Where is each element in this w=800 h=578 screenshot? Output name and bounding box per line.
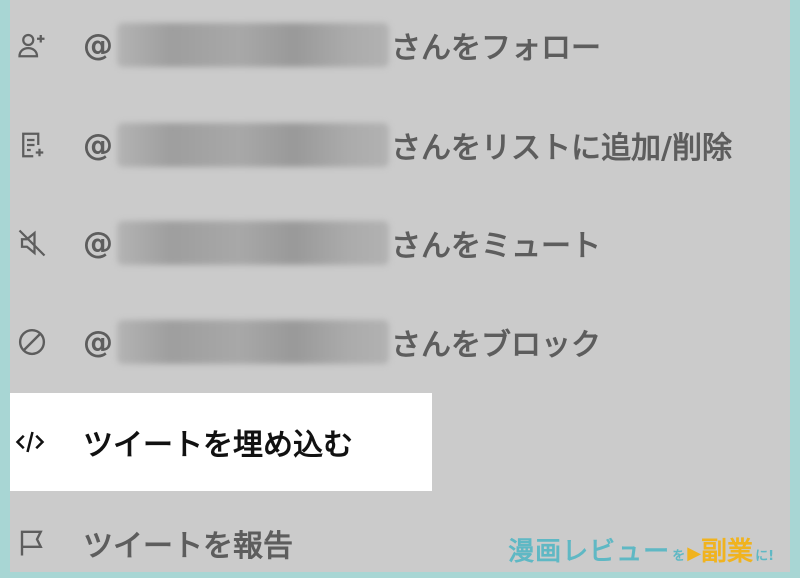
menu-item-label: さんをミュート [391, 229, 601, 264]
flag-icon [16, 527, 48, 559]
blurred-username [117, 221, 389, 265]
mute-speaker-icon [16, 227, 48, 259]
follow-user-icon [16, 29, 48, 61]
menu-item-mute[interactable]: @ さんをミュート [10, 194, 790, 292]
tweet-menu: @ さんをフォロー @ さんをリストに追加/削除 @ さんをミュート @ さんを… [10, 0, 790, 572]
menu-item-label: さんをフォロー [391, 31, 601, 66]
menu-item-label: さんをリストに追加/削除 [391, 131, 732, 166]
watermark-small: に! [755, 549, 774, 564]
blurred-username [117, 320, 389, 364]
site-watermark: 漫画レビュー を ▶ 副業 に! [508, 531, 776, 568]
menu-item-at: @ [83, 127, 113, 163]
menu-item-add-to-list[interactable]: @ さんをリストに追加/削除 [10, 96, 790, 194]
menu-item-label: さんをブロック [391, 328, 601, 363]
menu-item-at: @ [83, 324, 113, 360]
menu-item-label: ツイートを報告 [83, 529, 293, 564]
block-icon [16, 326, 48, 358]
menu-item-block[interactable]: @ さんをブロック [10, 293, 790, 391]
watermark-accent: 副業 [701, 537, 754, 567]
arrow-icon: ▶ [687, 543, 702, 564]
menu-item-at: @ [83, 225, 113, 261]
watermark-small: を [672, 549, 686, 564]
menu-item-at: @ [83, 27, 113, 63]
menu-item-embed-tweet[interactable]: ツイートを埋め込む [10, 393, 432, 491]
blurred-username [117, 23, 389, 67]
blurred-username [117, 123, 389, 167]
menu-item-label: ツイートを埋め込む [83, 428, 353, 463]
embed-code-icon [14, 426, 46, 458]
menu-item-follow[interactable]: @ さんをフォロー [10, 0, 790, 94]
add-to-list-icon [16, 129, 48, 161]
watermark-main: 漫画レビュー [508, 537, 671, 567]
